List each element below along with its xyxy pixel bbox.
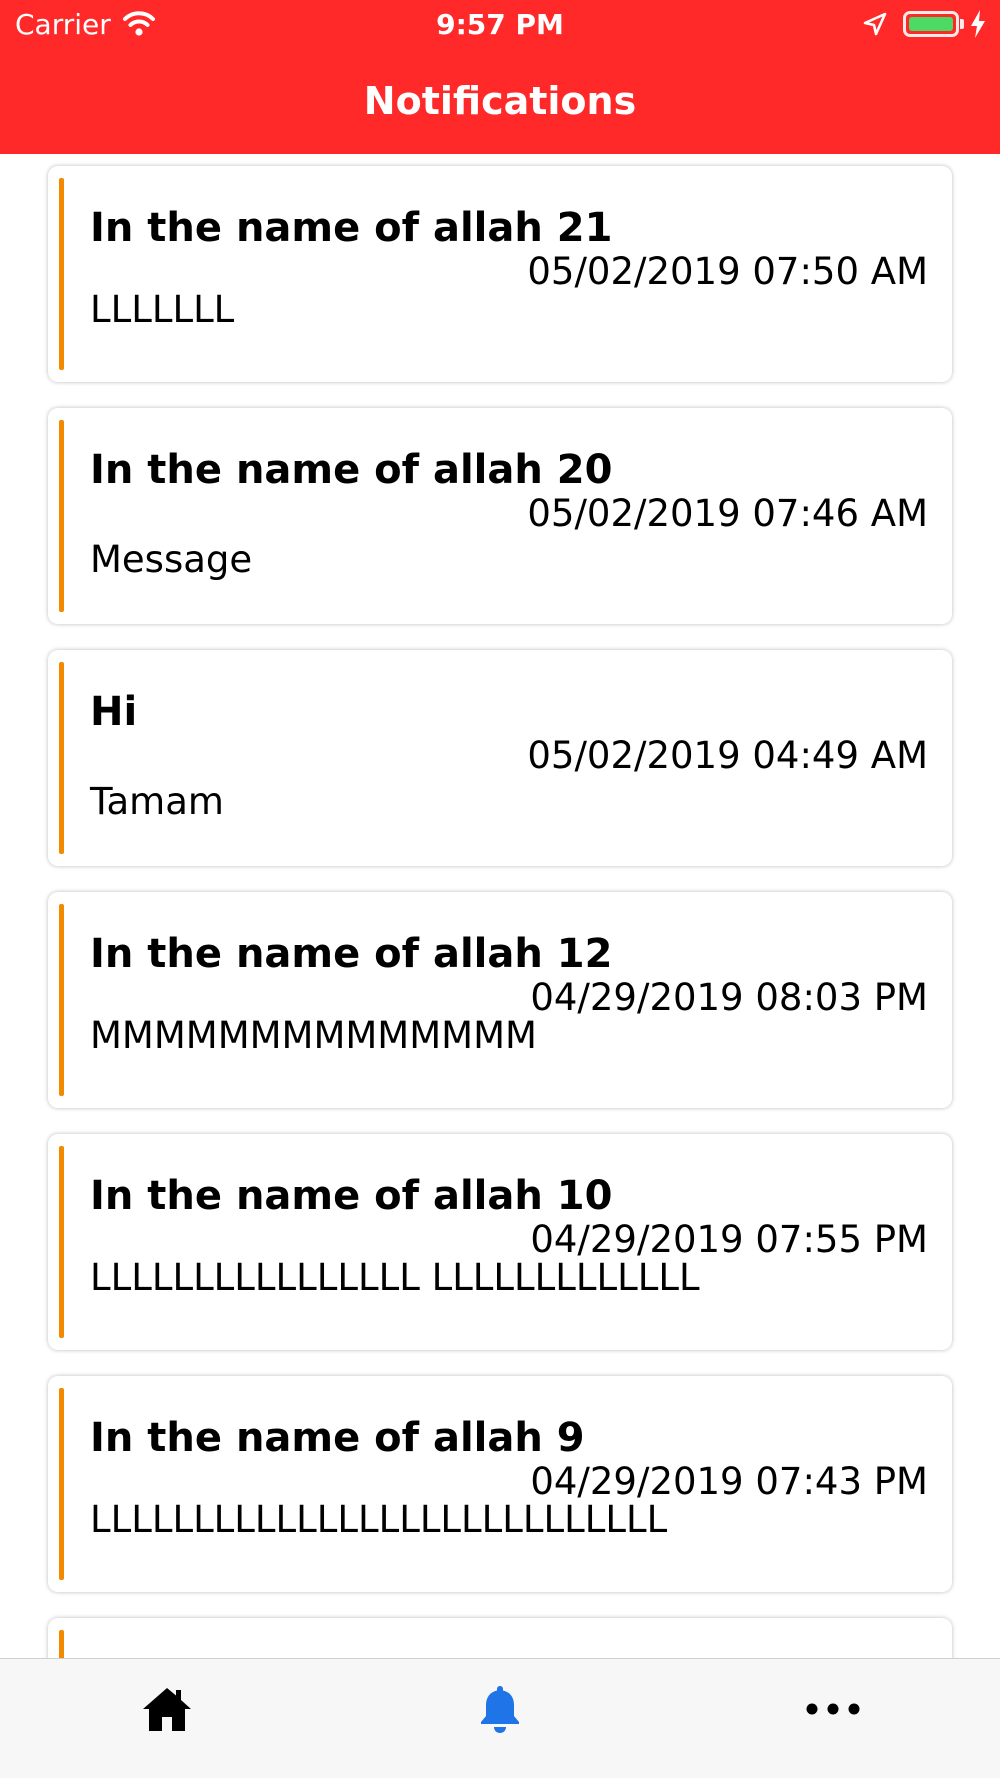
notification-card[interactable]: In the name of allah 9 04/29/2019 07:43 … <box>48 1376 952 1592</box>
tab-more[interactable] <box>773 1659 893 1759</box>
notification-message: MMMMMMMMMMMMMM <box>90 1014 537 1057</box>
notification-message: Tamam <box>90 780 224 823</box>
status-bar: Carrier 9:57 PM <box>0 0 1000 50</box>
notification-title: In the name of allah 12 <box>90 931 613 977</box>
status-time: 9:57 PM <box>436 8 564 41</box>
card-accent-bar <box>59 1388 64 1580</box>
battery-fill <box>909 17 953 31</box>
battery-icon <box>903 11 959 37</box>
notification-title: In the name of allah 9 <box>90 1415 585 1461</box>
notifications-screen: Carrier 9:57 PM Notifications In the nam… <box>0 0 1000 1778</box>
more-icon <box>806 1703 860 1715</box>
notification-list[interactable]: In the name of allah 21 05/02/2019 07:50… <box>0 154 1000 1658</box>
notification-card[interactable]: In the name of allah 10 04/29/2019 07:55… <box>48 1134 952 1350</box>
tab-bar <box>0 1658 1000 1778</box>
notification-date: 05/02/2019 04:49 AM <box>527 734 928 777</box>
notification-card[interactable]: In the name of allah 20 05/02/2019 07:46… <box>48 408 952 624</box>
card-accent-bar <box>59 904 64 1096</box>
notification-title: Hi <box>90 689 138 735</box>
card-accent-bar <box>59 178 64 370</box>
home-icon <box>143 1688 191 1731</box>
location-arrow-icon <box>863 12 887 36</box>
bell-icon <box>481 1686 519 1733</box>
notification-card[interactable] <box>48 1618 952 1658</box>
page-title: Notifications <box>363 79 637 123</box>
notification-message: Message <box>90 538 253 581</box>
notification-date: 04/29/2019 08:03 PM <box>530 976 928 1019</box>
notification-title: In the name of allah 10 <box>90 1173 613 1219</box>
notification-title: In the name of allah 20 <box>90 447 613 493</box>
card-accent-bar <box>59 1146 64 1338</box>
charging-bolt-icon <box>971 10 985 38</box>
notification-card[interactable]: In the name of allah 21 05/02/2019 07:50… <box>48 166 952 382</box>
tab-notifications[interactable] <box>440 1659 560 1759</box>
notification-title: In the name of allah 21 <box>90 205 613 251</box>
header: Carrier 9:57 PM Notifications <box>0 0 1000 154</box>
notification-date: 05/02/2019 07:50 AM <box>527 250 928 293</box>
notification-card[interactable]: Hi 05/02/2019 04:49 AM Tamam <box>48 650 952 866</box>
battery-cap <box>960 19 964 29</box>
notification-message: LLLLLLL <box>90 288 235 331</box>
notification-card[interactable]: In the name of allah 12 04/29/2019 08:03… <box>48 892 952 1108</box>
notification-message: LLLLLLLLLLLLLLLLLLLLLLLLLLLL <box>90 1498 668 1541</box>
card-accent-bar <box>59 1630 64 1658</box>
notification-date: 05/02/2019 07:46 AM <box>527 492 928 535</box>
card-accent-bar <box>59 420 64 612</box>
card-accent-bar <box>59 662 64 854</box>
notification-message: LLLLLLLLLLLLLLLL LLLLLLLLLLLLL <box>90 1256 700 1299</box>
tab-home[interactable] <box>107 1659 227 1759</box>
